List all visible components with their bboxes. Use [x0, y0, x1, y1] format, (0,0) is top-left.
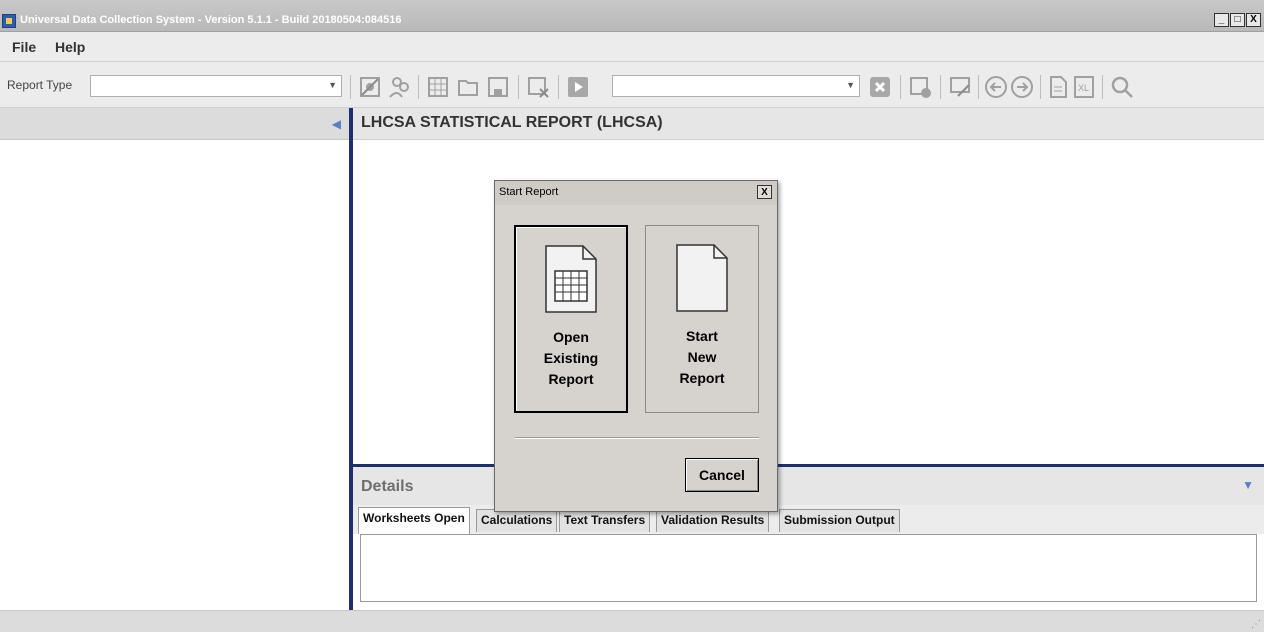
- toolbar-divider: [900, 75, 901, 99]
- open-existing-report-label: Open Existing Report: [543, 329, 599, 387]
- close-button[interactable]: X: [1246, 13, 1261, 27]
- toolbar: Report Type ▼ ▼ XL: [0, 62, 1264, 108]
- validate-icon[interactable]: [908, 75, 932, 99]
- toolbar-divider: [418, 75, 419, 99]
- forward-icon[interactable]: [1010, 75, 1034, 99]
- maximize-button[interactable]: □: [1230, 13, 1245, 27]
- window-title-bar: Universal Data Collection System - Versi…: [0, 0, 1264, 32]
- toolbar-divider: [978, 75, 979, 99]
- navigation-panel: ◀: [0, 108, 349, 610]
- report-title: LHCSA STATISTICAL REPORT (LHCSA): [361, 114, 663, 131]
- start-new-report-label: Start New Report: [679, 328, 725, 386]
- resize-grip-icon[interactable]: ⋰: [1251, 619, 1261, 630]
- chevron-down-icon: ▼: [328, 80, 337, 90]
- toolbar-divider: [350, 75, 351, 99]
- dialog-title-bar: Start Report X: [495, 181, 777, 205]
- settings-icon[interactable]: [358, 75, 382, 99]
- cancel-button[interactable]: Cancel: [685, 458, 759, 492]
- tab-text-transfers[interactable]: Text Transfers: [559, 509, 651, 532]
- main-content: LHCSA STATISTICAL REPORT (LHCSA) Details…: [353, 108, 1264, 610]
- tab-validation-results[interactable]: Validation Results: [656, 509, 770, 532]
- details-tabstrip: Worksheets Open Calculations Text Transf…: [353, 505, 1264, 534]
- start-report-dialog: Start Report X Open Existing Report Star…: [494, 180, 778, 512]
- dialog-close-button[interactable]: X: [757, 185, 772, 199]
- open-existing-report-button[interactable]: Open Existing Report: [514, 225, 628, 413]
- menu-bar: File Help: [0, 32, 1264, 62]
- folder-icon[interactable]: [456, 75, 480, 99]
- cancel-icon[interactable]: [868, 75, 892, 99]
- collapse-details-icon[interactable]: ▼: [1242, 478, 1254, 492]
- menu-file[interactable]: File: [12, 39, 36, 55]
- minimize-button[interactable]: _: [1214, 13, 1229, 27]
- collapse-left-icon[interactable]: ◀: [332, 117, 341, 131]
- window-controls: _ □ X: [1214, 13, 1261, 27]
- report-type-label: Report Type: [7, 78, 73, 92]
- report-header: LHCSA STATISTICAL REPORT (LHCSA): [353, 108, 1264, 140]
- spreadsheet-document-icon: [545, 245, 597, 313]
- save-icon[interactable]: [486, 75, 510, 99]
- export-pdf-icon[interactable]: [1046, 75, 1070, 99]
- toolbar-divider: [518, 75, 519, 99]
- tab-calculations[interactable]: Calculations: [476, 509, 558, 532]
- window-title: Universal Data Collection System - Versi…: [20, 14, 402, 26]
- delete-sheet-icon[interactable]: [526, 75, 550, 99]
- toolbar-divider: [558, 75, 559, 99]
- status-bar: ⋰: [0, 610, 1264, 632]
- details-title: Details: [361, 478, 414, 495]
- app-icon: [2, 14, 16, 28]
- toolbar-divider: [1102, 75, 1103, 99]
- navigation-panel-header: ◀: [0, 108, 349, 140]
- worksheet-select[interactable]: ▼: [612, 75, 860, 97]
- search-icon[interactable]: [1110, 75, 1134, 99]
- tab-submission-output[interactable]: Submission Output: [779, 509, 900, 532]
- dialog-title: Start Report: [499, 186, 559, 198]
- toolbar-divider: [940, 75, 941, 99]
- toolbar-divider: [1040, 75, 1041, 99]
- grid-icon[interactable]: [426, 75, 450, 99]
- start-new-report-button[interactable]: Start New Report: [645, 225, 759, 413]
- edit-icon[interactable]: [948, 75, 972, 99]
- export-excel-icon[interactable]: XL: [1072, 75, 1096, 99]
- report-type-select[interactable]: ▼: [90, 75, 342, 97]
- blank-document-icon: [676, 244, 728, 312]
- tab-worksheets-open[interactable]: Worksheets Open: [358, 507, 470, 534]
- worksheets-open-list: [360, 534, 1257, 602]
- users-icon[interactable]: [388, 75, 412, 99]
- details-panel: Details ▼ Worksheets Open Calculations T…: [353, 464, 1264, 610]
- back-icon[interactable]: [984, 75, 1008, 99]
- svg-text:XL: XL: [1078, 83, 1089, 93]
- menu-help[interactable]: Help: [55, 39, 85, 55]
- play-icon[interactable]: [566, 75, 590, 99]
- chevron-down-icon: ▼: [846, 80, 855, 90]
- dialog-divider: [515, 437, 759, 439]
- details-header: Details ▼: [353, 467, 1264, 505]
